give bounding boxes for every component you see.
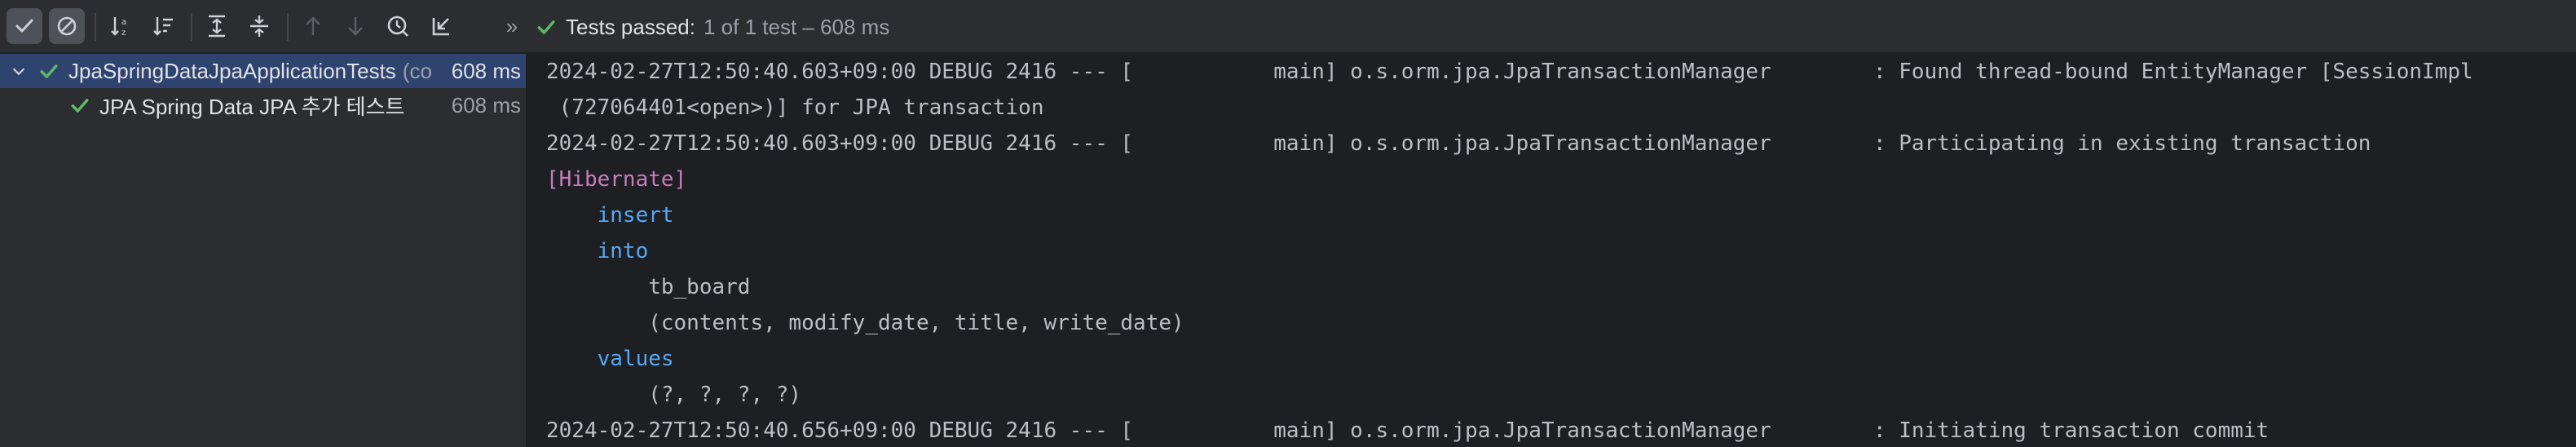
more-label: » [505,13,518,38]
tree-item-test-class[interactable]: JpaSpringDataJpaApplicationTests (co 608… [0,54,526,88]
tree-item-duration: 608 ms [451,58,521,83]
sort-alpha-icon: az [111,17,126,38]
test-history-button[interactable] [380,8,416,44]
console-line: (727064401<open>)] for JPA transaction [546,95,1044,120]
passed-check-icon [71,99,89,113]
status-detail: 1 of 1 test – 608 ms [703,14,890,39]
console-output[interactable]: 2024-02-27T12:50:40.603+09:00 DEBUG 2416… [527,54,2576,447]
toolbar-separator [95,13,96,41]
console-line-keyword: insert [546,203,674,228]
sort-duration-icon [153,17,173,36]
console-line-keyword: values [546,347,674,371]
import-tests-button[interactable] [422,8,458,44]
show-passed-button[interactable] [7,8,42,44]
console-line: 2024-02-27T12:50:40.656+09:00 DEBUG 2416… [546,418,2269,443]
check-icon [15,19,33,33]
console-line: 2024-02-27T12:50:40.603+09:00 DEBUG 2416… [546,60,2473,84]
more-actions-button[interactable]: » [496,8,528,44]
chevron-down-icon[interactable] [10,62,28,80]
passed-check-icon [537,20,555,34]
import-icon [432,18,449,36]
tree-item-duration: 608 ms [451,92,521,117]
test-runner-toolbar: az » Tests passed: 1 of 1 test – 608 ms [0,0,2576,54]
tree-item-label: JpaSpringDataJpaApplicationTests [68,58,396,83]
sort-by-duration-button[interactable] [145,8,181,44]
tree-item-test-method[interactable]: JPA Spring Data JPA 추가 테스트 608 ms [0,88,526,122]
collapse-all-icon [250,15,268,37]
tree-item-context: (co [402,58,432,83]
console-line-sql: (contents, modify_date, title, write_dat… [546,311,1184,335]
toolbar-separator [287,13,289,41]
status-label: Tests passed: [566,14,695,39]
console-line-hibernate: [Hibernate] [546,167,687,192]
console-line-sql: (?, ?, ?, ?) [546,383,802,407]
svg-text:z: z [121,29,126,38]
toolbar-separator [191,13,192,41]
console-line: 2024-02-27T12:50:40.603+09:00 DEBUG 2416… [546,131,2371,156]
svg-text:a: a [121,18,126,27]
previous-failed-button[interactable] [295,8,331,44]
tree-item-label: JPA Spring Data JPA 추가 테스트 [99,94,405,119]
expand-all-icon [209,15,225,38]
next-failed-button[interactable] [337,8,373,44]
arrow-down-icon [348,17,363,36]
test-tree: JpaSpringDataJpaApplicationTests (co 608… [0,54,526,447]
test-status: Tests passed: 1 of 1 test – 608 ms [535,11,889,42]
history-icon [387,15,408,37]
collapse-all-button[interactable] [241,8,277,44]
console-line-keyword: into [546,239,649,263]
show-ignored-button[interactable] [49,8,85,44]
passed-check-icon [40,64,58,78]
expand-all-button[interactable] [199,8,235,44]
arrow-up-icon [306,16,320,35]
console-line-sql: tb_board [546,275,751,299]
sort-alphabetically-button[interactable]: az [103,8,139,44]
ignored-icon [57,16,77,36]
